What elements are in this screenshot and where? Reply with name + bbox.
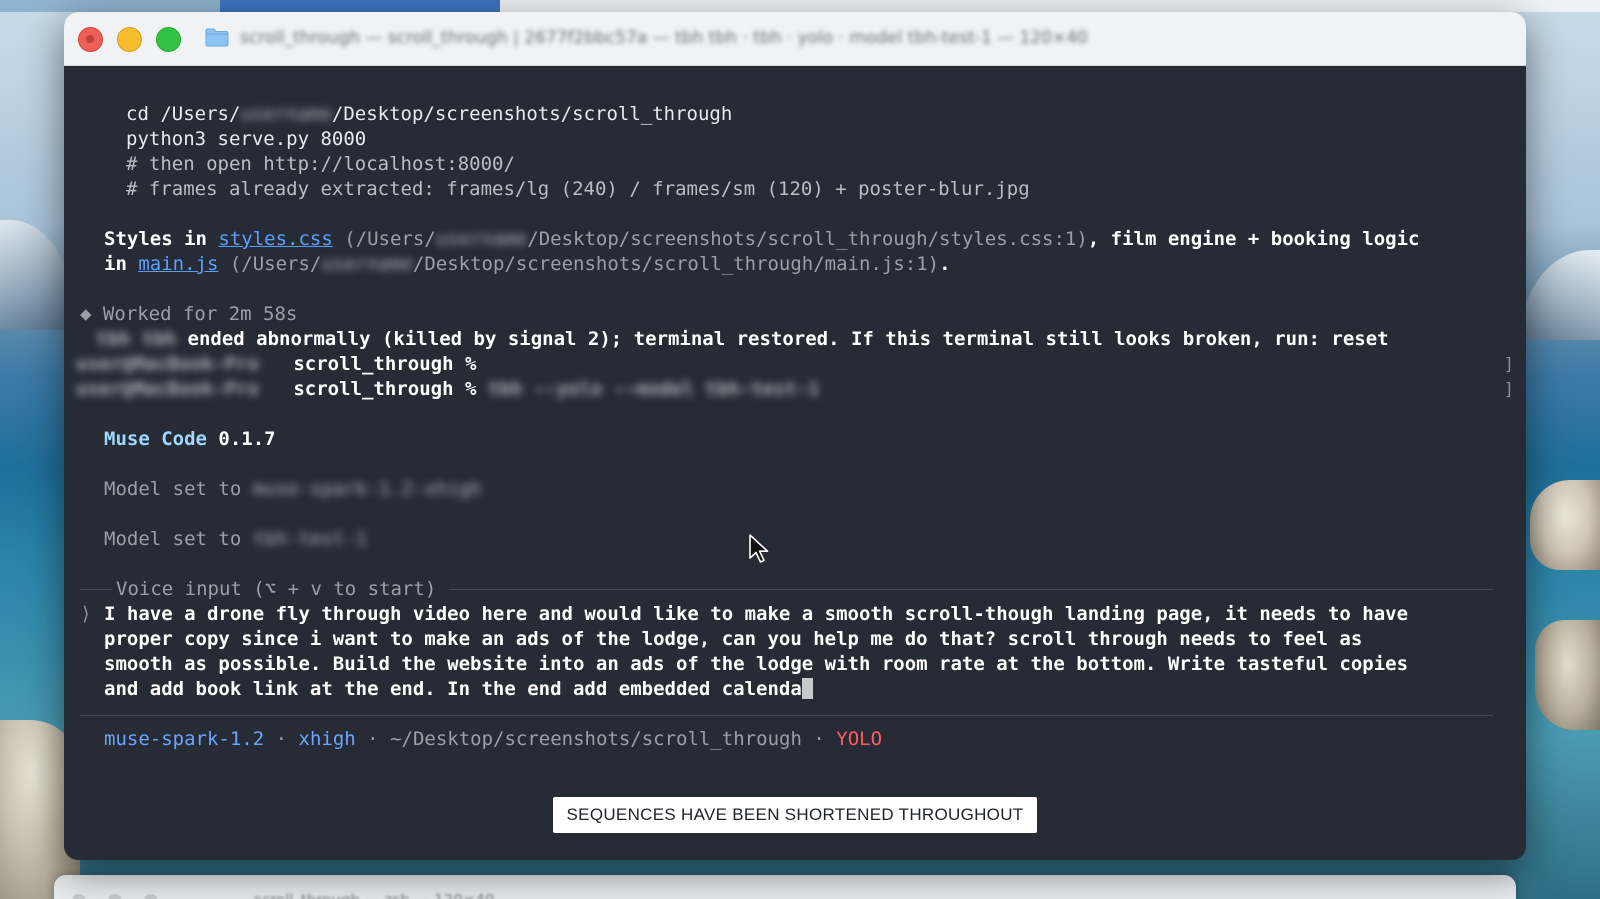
scroll-marker: ] — [1503, 380, 1514, 400]
redacted-model: muse-spark-1.2-xhigh — [252, 478, 482, 500]
separator-line — [80, 715, 1493, 716]
scroll-marker: ] — [1503, 355, 1514, 375]
minimize-button[interactable] — [117, 27, 142, 52]
redacted-username: username — [321, 253, 413, 275]
status-separator: · — [367, 728, 379, 750]
diamond-icon: ◆ — [80, 303, 92, 325]
worked-duration: ◆ Worked for 2m 58s — [80, 302, 297, 327]
input-caret-icon: ⟩ — [80, 603, 92, 625]
model-set-label: Model set to — [104, 478, 242, 500]
worked-text: Worked for 2m 58s — [102, 303, 298, 325]
back-maximize-icon[interactable] — [144, 894, 158, 899]
code-line-cd: cd /Users/username/Desktop/screenshots/s… — [126, 102, 732, 127]
window-title: scroll_through — scroll_through | 2677f2… — [240, 28, 1088, 48]
app-version: 0.1.7 — [218, 428, 276, 450]
code-line-comment-frames: # frames already extracted: frames/lg (2… — [126, 178, 1030, 200]
redacted-host: user@MacBook-Pro — [76, 353, 260, 375]
status-mode-badge[interactable]: YOLO — [836, 728, 882, 750]
redacted-command: tbh --yolo --model tbh-test-1 — [487, 378, 820, 400]
status-effort[interactable]: xhigh — [299, 728, 356, 750]
main-prefix: in — [104, 253, 139, 275]
styles-line: Styles in styles.css (/Users/username/De… — [104, 227, 1420, 252]
background-rock-right-lower — [1535, 620, 1600, 730]
status-separator: · — [275, 728, 288, 750]
voice-input-hint: Voice input (⌥ + v to start) — [116, 578, 437, 600]
status-bar: muse-spark-1.2 · xhigh · ~/Desktop/scree… — [104, 727, 882, 752]
code-line-comment-open: # then open http://localhost:8000/ — [126, 153, 515, 175]
input-line-last: and add book link at the end. In the end… — [104, 677, 813, 702]
desktop-background: scroll_through — zsh — 120×40 scroll_thr… — [0, 0, 1600, 899]
model-set-line-1: Model set to muse-spark-1.2-xhigh — [104, 477, 482, 502]
terminal-window[interactable]: scroll_through — scroll_through | 2677f2… — [64, 12, 1526, 860]
redacted-host: user@MacBook-Pro — [76, 378, 260, 400]
terminal-content[interactable]: cd /Users/username/Desktop/screenshots/s… — [64, 66, 1526, 860]
background-rock-right — [1530, 480, 1600, 570]
input-line: I have a drone fly through video here an… — [104, 603, 1409, 625]
back-minimize-icon[interactable] — [108, 894, 122, 899]
back-window-title: scroll_through — zsh — 120×40 — [254, 891, 494, 899]
main-suffix: . — [939, 253, 951, 275]
maximize-button[interactable] — [156, 27, 181, 52]
video-caption: SEQUENCES HAVE BEEN SHORTENED THROUGHOUT — [553, 797, 1037, 833]
background-window-strip-right — [500, 0, 1600, 12]
close-button[interactable] — [78, 27, 103, 52]
back-window-traffic-lights — [72, 893, 180, 899]
back-terminal-window[interactable]: scroll_through — zsh — 120×40 — [54, 875, 1516, 899]
input-line-text: and add book link at the end. In the end… — [104, 678, 802, 700]
input-line: proper copy since i want to make an ads … — [104, 628, 1363, 650]
shell-prompt-1: user@MacBook-Pro scroll_through % — [76, 352, 476, 377]
model-set-line-2: Model set to tbh-test-1 — [104, 527, 367, 552]
back-close-icon[interactable] — [72, 894, 86, 899]
main-line: in main.js (/Users/username/Desktop/scre… — [104, 252, 951, 277]
main-js-link[interactable]: main.js — [138, 253, 218, 275]
styles-path: (/Users/ — [332, 228, 436, 250]
status-separator: · — [813, 728, 825, 750]
separator-line — [80, 589, 112, 590]
prompt-dir: scroll_through % — [293, 378, 477, 400]
background-mountain-right — [1520, 250, 1600, 340]
redacted-command: tbh tbh — [96, 328, 177, 350]
window-titlebar[interactable]: scroll_through — scroll_through | 2677f2… — [64, 12, 1526, 66]
styles-path: /Desktop/screenshots/scroll_through/styl… — [527, 228, 1088, 250]
code-text: /Desktop/screenshots/scroll_through — [331, 103, 733, 125]
redacted-username: username — [240, 103, 332, 125]
status-path: ~/Desktop/screenshots/scroll_through — [390, 728, 802, 750]
styles-css-link[interactable]: styles.css — [218, 228, 332, 250]
abnormal-exit-message: tbh tbh ended abnormally (killed by sign… — [96, 327, 1389, 352]
code-text: cd /Users/ — [126, 103, 241, 125]
app-header: Muse Code 0.1.7 — [104, 427, 276, 452]
folder-icon — [205, 28, 229, 47]
prompt-dir: scroll_through % — [293, 353, 477, 375]
code-line-python: python3 serve.py 8000 — [126, 128, 367, 150]
status-model[interactable]: muse-spark-1.2 — [104, 728, 264, 750]
styles-prefix: Styles in — [104, 228, 219, 250]
background-window-strip — [220, 0, 500, 12]
abnormal-text: ended abnormally (killed by signal 2); t… — [187, 328, 1389, 350]
app-name: Muse Code — [104, 428, 207, 450]
redacted-username: username — [435, 228, 528, 250]
background-mountain-left — [0, 220, 70, 330]
main-path: /Desktop/screenshots/scroll_through/main… — [412, 253, 940, 275]
styles-suffix: , film engine + booking logic — [1087, 228, 1420, 250]
shell-prompt-2: user@MacBook-Pro scroll_through % tbh --… — [76, 377, 820, 402]
redacted-model: tbh-test-1 — [252, 528, 368, 550]
text-cursor — [801, 678, 813, 699]
main-path: (/Users/ — [218, 253, 322, 275]
input-line: smooth as possible. Build the website in… — [104, 653, 1409, 675]
separator-line — [449, 589, 1493, 590]
mouse-pointer-icon — [749, 534, 769, 563]
model-set-label: Model set to — [104, 528, 242, 550]
